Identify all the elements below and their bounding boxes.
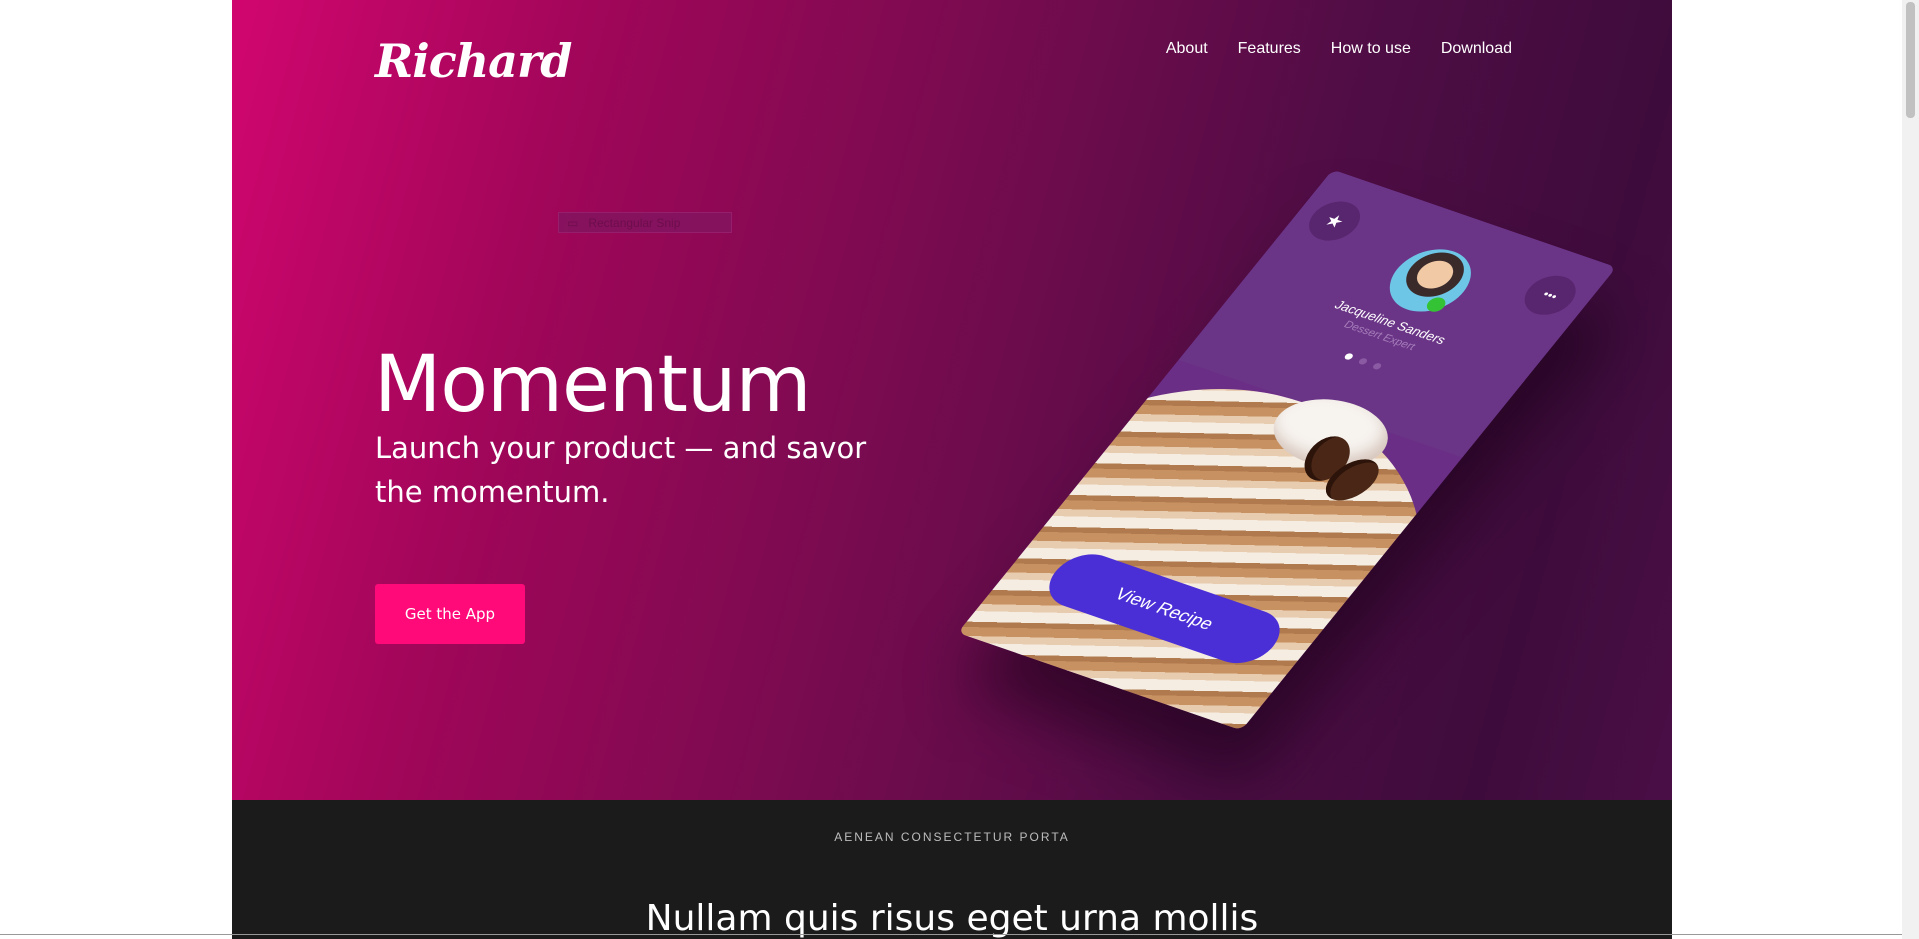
section-heading: Nullam quis risus eget urna mollis <box>645 898 1259 939</box>
get-app-button[interactable]: Get the App <box>375 584 525 644</box>
window-divider <box>0 934 1902 935</box>
hero-section: Richard About Features How to use Downlo… <box>232 0 1672 800</box>
nav-how-to-use[interactable]: How to use <box>1331 40 1411 58</box>
snip-label: Rectangular Snip <box>588 215 681 230</box>
hero-title: Momentum <box>374 340 811 430</box>
star-icon[interactable]: ★ <box>1299 195 1371 247</box>
more-icon[interactable]: ••• <box>1514 269 1586 321</box>
carousel-dot[interactable] <box>1357 357 1369 366</box>
scrollbar-thumb[interactable] <box>1906 2 1915 118</box>
carousel-dot-active[interactable] <box>1343 352 1355 361</box>
snip-icon: ▭ <box>567 215 579 230</box>
main-nav: About Features How to use Download <box>1166 40 1512 58</box>
section-eyebrow: AENEAN CONSECTETUR PORTA <box>834 830 1070 844</box>
carousel-dots <box>1343 352 1383 371</box>
brand-logo[interactable]: Richard <box>375 34 572 88</box>
profile-role: Dessert Expert <box>1341 319 1418 353</box>
nav-about[interactable]: About <box>1166 40 1208 58</box>
nav-features[interactable]: Features <box>1238 40 1301 58</box>
phone-mockup: ★ ••• Jacqueline Sanders Dessert Expert <box>957 60 1617 780</box>
carousel-dot[interactable] <box>1371 362 1383 371</box>
rectangular-snip-overlay[interactable]: ▭ Rectangular Snip <box>558 212 732 233</box>
nav-download[interactable]: Download <box>1441 40 1512 58</box>
page-scrollbar[interactable] <box>1902 0 1919 939</box>
hero-subtitle: Launch your product — and savor the mome… <box>375 431 867 509</box>
features-intro-section: AENEAN CONSECTETUR PORTA Nullam quis ris… <box>232 800 1672 939</box>
phone-screen: ★ ••• Jacqueline Sanders Dessert Expert <box>957 169 1617 731</box>
landing-page: Richard About Features How to use Downlo… <box>232 0 1672 939</box>
